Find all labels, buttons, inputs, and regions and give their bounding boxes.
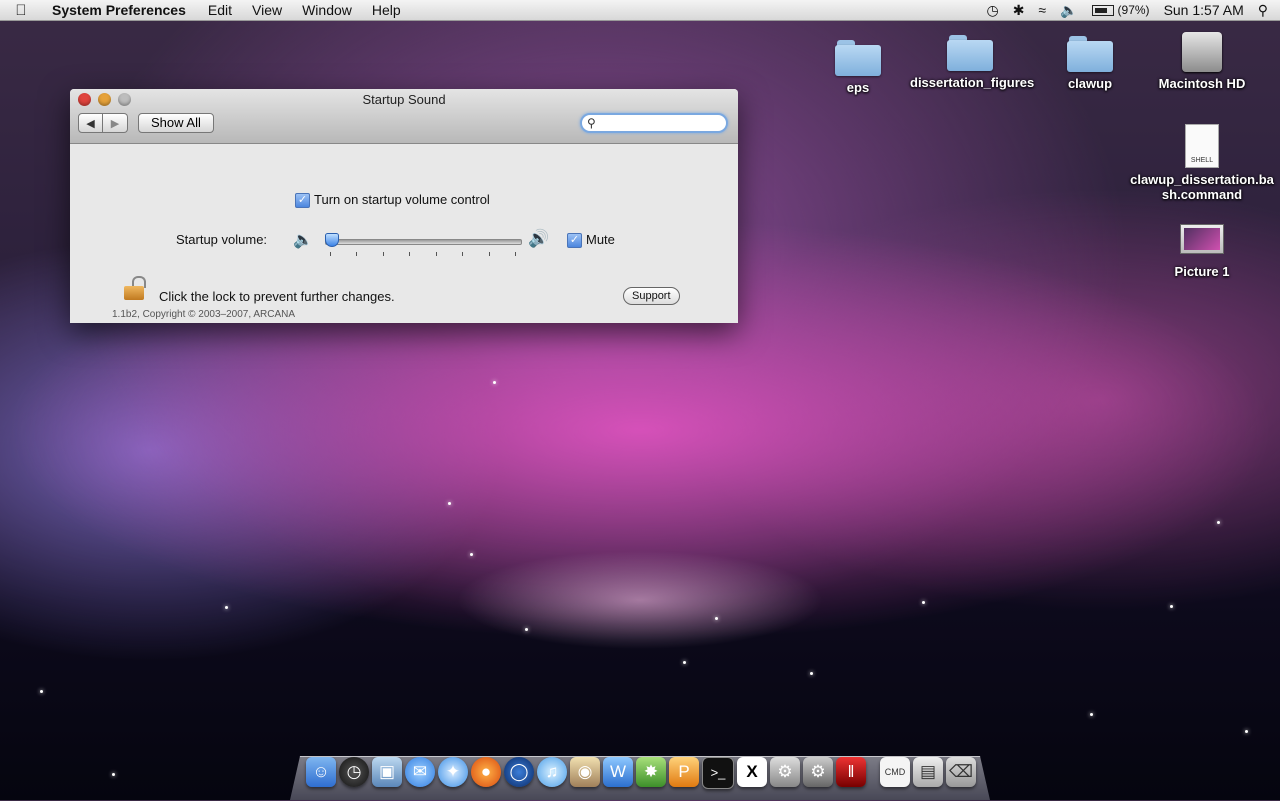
startup-sound-window: Startup Sound ◀ ▶ Show All ⚲ ✓ Turn on st… bbox=[70, 89, 755, 324]
desktop-folder-eps[interactable]: eps bbox=[798, 40, 918, 95]
window-icon[interactable]: ▤ bbox=[913, 757, 943, 787]
mute-label: Mute bbox=[586, 232, 615, 247]
ichat-icon[interactable]: ✉ bbox=[405, 757, 435, 787]
startup-volume-label: Startup volume: bbox=[176, 232, 268, 247]
network-icon[interactable]: ✸ bbox=[636, 757, 666, 787]
mute-toggle[interactable]: ✓ Mute bbox=[567, 232, 615, 249]
volume-slider-track[interactable] bbox=[325, 239, 522, 245]
pages-icon[interactable]: P bbox=[669, 757, 699, 787]
desktop-icon-label: eps bbox=[846, 80, 870, 95]
parallels-icon[interactable]: ‖ bbox=[836, 757, 866, 787]
desktop-folder-clawup[interactable]: clawup bbox=[1030, 36, 1150, 91]
mute-checkbox[interactable]: ✓ bbox=[567, 233, 582, 249]
lock-text: Click the lock to prevent further change… bbox=[159, 289, 395, 304]
speaker-low-icon: 🔈 bbox=[293, 232, 313, 249]
dashboard-icon[interactable]: ◷ bbox=[339, 757, 369, 787]
volume-slider-thumb[interactable] bbox=[325, 233, 339, 247]
hard-drive-icon bbox=[1182, 32, 1222, 72]
trash-icon[interactable]: ⌫ bbox=[946, 757, 976, 787]
forward-arrow-icon: ▶ bbox=[110, 117, 120, 130]
desktop-icon-label: clawup bbox=[1067, 76, 1113, 91]
wifi-icon[interactable]: ≈ bbox=[1038, 2, 1046, 18]
desktop-folder-dissertation-figures[interactable]: dissertation_figures bbox=[910, 35, 1035, 90]
search-icon: ⚲ bbox=[587, 116, 596, 130]
spotlight-icon[interactable]: ⚲ bbox=[1258, 2, 1268, 19]
toggle-label: Turn on startup volume control bbox=[314, 192, 490, 207]
folder-icon bbox=[1067, 36, 1113, 72]
desktop-icon-label: clawup_dissertation.bash.command bbox=[1130, 172, 1274, 202]
shell-script-icon: SHELL bbox=[1185, 124, 1219, 168]
desktop-icon-label: Macintosh HD bbox=[1158, 76, 1246, 91]
itunes-icon[interactable]: ♫ bbox=[537, 757, 567, 787]
copyright-text: 1.1b2, Copyright © 2003–2007, ARCANA bbox=[112, 309, 296, 320]
desktop-macintosh-hd[interactable]: Macintosh HD bbox=[1142, 32, 1262, 91]
apple-menu-icon[interactable]:  bbox=[0, 2, 42, 19]
desktop-icon-label: Picture 1 bbox=[1174, 264, 1230, 279]
battery-menu[interactable]: (97%) bbox=[1091, 3, 1150, 17]
volume-icon[interactable]: 🔈 bbox=[1060, 2, 1077, 19]
menu-window[interactable]: Window bbox=[292, 2, 362, 18]
document-icon[interactable]: CMD bbox=[880, 757, 910, 787]
lock-icon[interactable] bbox=[124, 276, 146, 300]
folder-icon bbox=[835, 40, 881, 76]
battery-percent: (97%) bbox=[1117, 3, 1150, 17]
forward-button[interactable]: ▶ bbox=[103, 113, 128, 133]
menu-help[interactable]: Help bbox=[362, 2, 411, 18]
window-titlebar[interactable]: Startup Sound ◀ ▶ Show All ⚲ bbox=[70, 89, 755, 144]
menu-edit[interactable]: Edit bbox=[198, 2, 242, 18]
menu-view[interactable]: View bbox=[242, 2, 292, 18]
search-field[interactable]: ⚲ bbox=[580, 113, 755, 133]
system-preferences-icon[interactable]: ⚙ bbox=[803, 757, 833, 787]
safari-icon[interactable]: ✦ bbox=[438, 757, 468, 787]
back-button[interactable]: ◀ bbox=[78, 113, 103, 133]
show-all-button[interactable]: Show All bbox=[138, 113, 214, 133]
back-arrow-icon: ◀ bbox=[86, 117, 95, 130]
time-machine-icon[interactable]: ◷ bbox=[986, 2, 998, 19]
disk-utility-icon[interactable]: ⚙ bbox=[770, 757, 800, 787]
dock-icons: ☺ ◷ ▣ ✉ ✦ ● ◯ ♫ ◉ W ✸ P >_ X ⚙ ⚙ ‖ CMD ▤… bbox=[306, 757, 976, 789]
volume-ticks bbox=[330, 252, 516, 256]
speaker-high-icon: 🔊 bbox=[528, 229, 550, 248]
desktop-icon-label: dissertation_figures bbox=[910, 75, 1035, 90]
finder-icon[interactable]: ☺ bbox=[306, 757, 336, 787]
folder-icon bbox=[947, 35, 993, 71]
word-icon[interactable]: W bbox=[603, 757, 633, 787]
google-earth-icon[interactable]: ◯ bbox=[504, 757, 534, 787]
battery-icon bbox=[1091, 4, 1114, 16]
menu-bar:  System Preferences Edit View Window He… bbox=[0, 0, 1280, 21]
window-title: Startup Sound bbox=[362, 92, 446, 107]
support-button[interactable]: Support bbox=[623, 287, 680, 305]
preview-icon[interactable]: ▣ bbox=[372, 757, 402, 787]
firefox-icon[interactable]: ● bbox=[471, 757, 501, 787]
toggle-checkbox[interactable]: ✓ bbox=[295, 193, 310, 209]
desktop-clawup-command[interactable]: SHELL clawup_dissertation.bash.command bbox=[1130, 124, 1274, 202]
gimp-icon[interactable]: ◉ bbox=[570, 757, 600, 787]
screenshot-file-icon bbox=[1180, 224, 1224, 254]
preference-pane: ✓ Turn on startup volume control Startup … bbox=[70, 144, 738, 324]
terminal-icon[interactable]: >_ bbox=[702, 757, 734, 789]
desktop-picture-1[interactable]: Picture 1 bbox=[1142, 224, 1262, 279]
clock[interactable]: Sun 1:57 AM bbox=[1164, 2, 1244, 18]
menu-app-name[interactable]: System Preferences bbox=[42, 2, 198, 18]
startup-volume-toggle[interactable]: ✓ Turn on startup volume control bbox=[295, 192, 490, 209]
bluetooth-icon[interactable]: ✱ bbox=[1013, 2, 1025, 19]
search-input[interactable] bbox=[595, 115, 755, 131]
x11-icon[interactable]: X bbox=[737, 757, 767, 787]
